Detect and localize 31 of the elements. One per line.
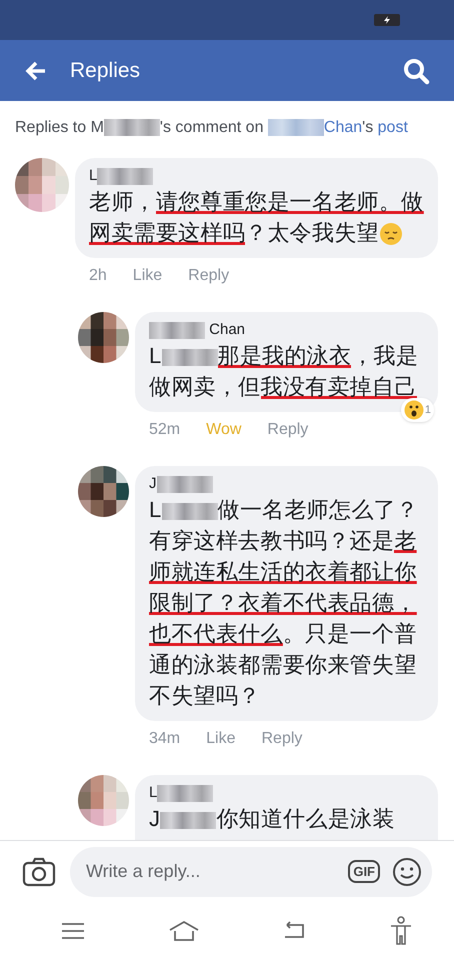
reply-link[interactable]: Reply xyxy=(261,727,302,751)
gif-button[interactable]: GIF xyxy=(348,860,380,884)
comment-text: L 那是我的泳衣，我是做网卖，但我没有卖掉自己 xyxy=(149,342,420,401)
comment-text: 老师，请您尊重您是一名老师。做网卖需要这样吗？太令我失望 xyxy=(89,188,424,248)
timestamp: 2h xyxy=(89,266,107,286)
camera-button[interactable] xyxy=(22,856,56,886)
menu-button[interactable] xyxy=(61,921,86,941)
battery-icon xyxy=(374,14,400,26)
reply-link[interactable]: Reply xyxy=(188,264,230,288)
author-name: L xyxy=(89,166,424,186)
emoji-button[interactable] xyxy=(392,856,422,886)
surprised-face-icon xyxy=(404,400,424,420)
author-name: Chan xyxy=(149,320,424,340)
accessibility-button[interactable] xyxy=(388,916,413,946)
reaction-link[interactable]: Like xyxy=(132,264,162,288)
search-button[interactable] xyxy=(402,56,430,84)
author-name: L xyxy=(149,783,424,803)
timestamp: 52m xyxy=(149,420,180,440)
timestamp: 34m xyxy=(149,729,180,749)
comment-text: J 你知道什么是泳装 xyxy=(149,805,396,833)
reply-link[interactable]: Reply xyxy=(267,418,308,442)
home-button[interactable] xyxy=(168,920,200,942)
sad-face-icon xyxy=(378,222,403,246)
reaction-link[interactable]: Wow xyxy=(206,418,242,442)
context-line: Replies to M 's comment on Chan's post xyxy=(14,118,409,138)
reaction-count: 1 xyxy=(424,402,431,418)
back-nav-button[interactable] xyxy=(282,921,306,941)
author-name: J xyxy=(149,474,424,494)
page-title: Replies xyxy=(70,58,142,84)
reaction-link[interactable]: Like xyxy=(206,727,236,751)
reply-field[interactable]: Write a reply... GIF xyxy=(70,846,432,896)
